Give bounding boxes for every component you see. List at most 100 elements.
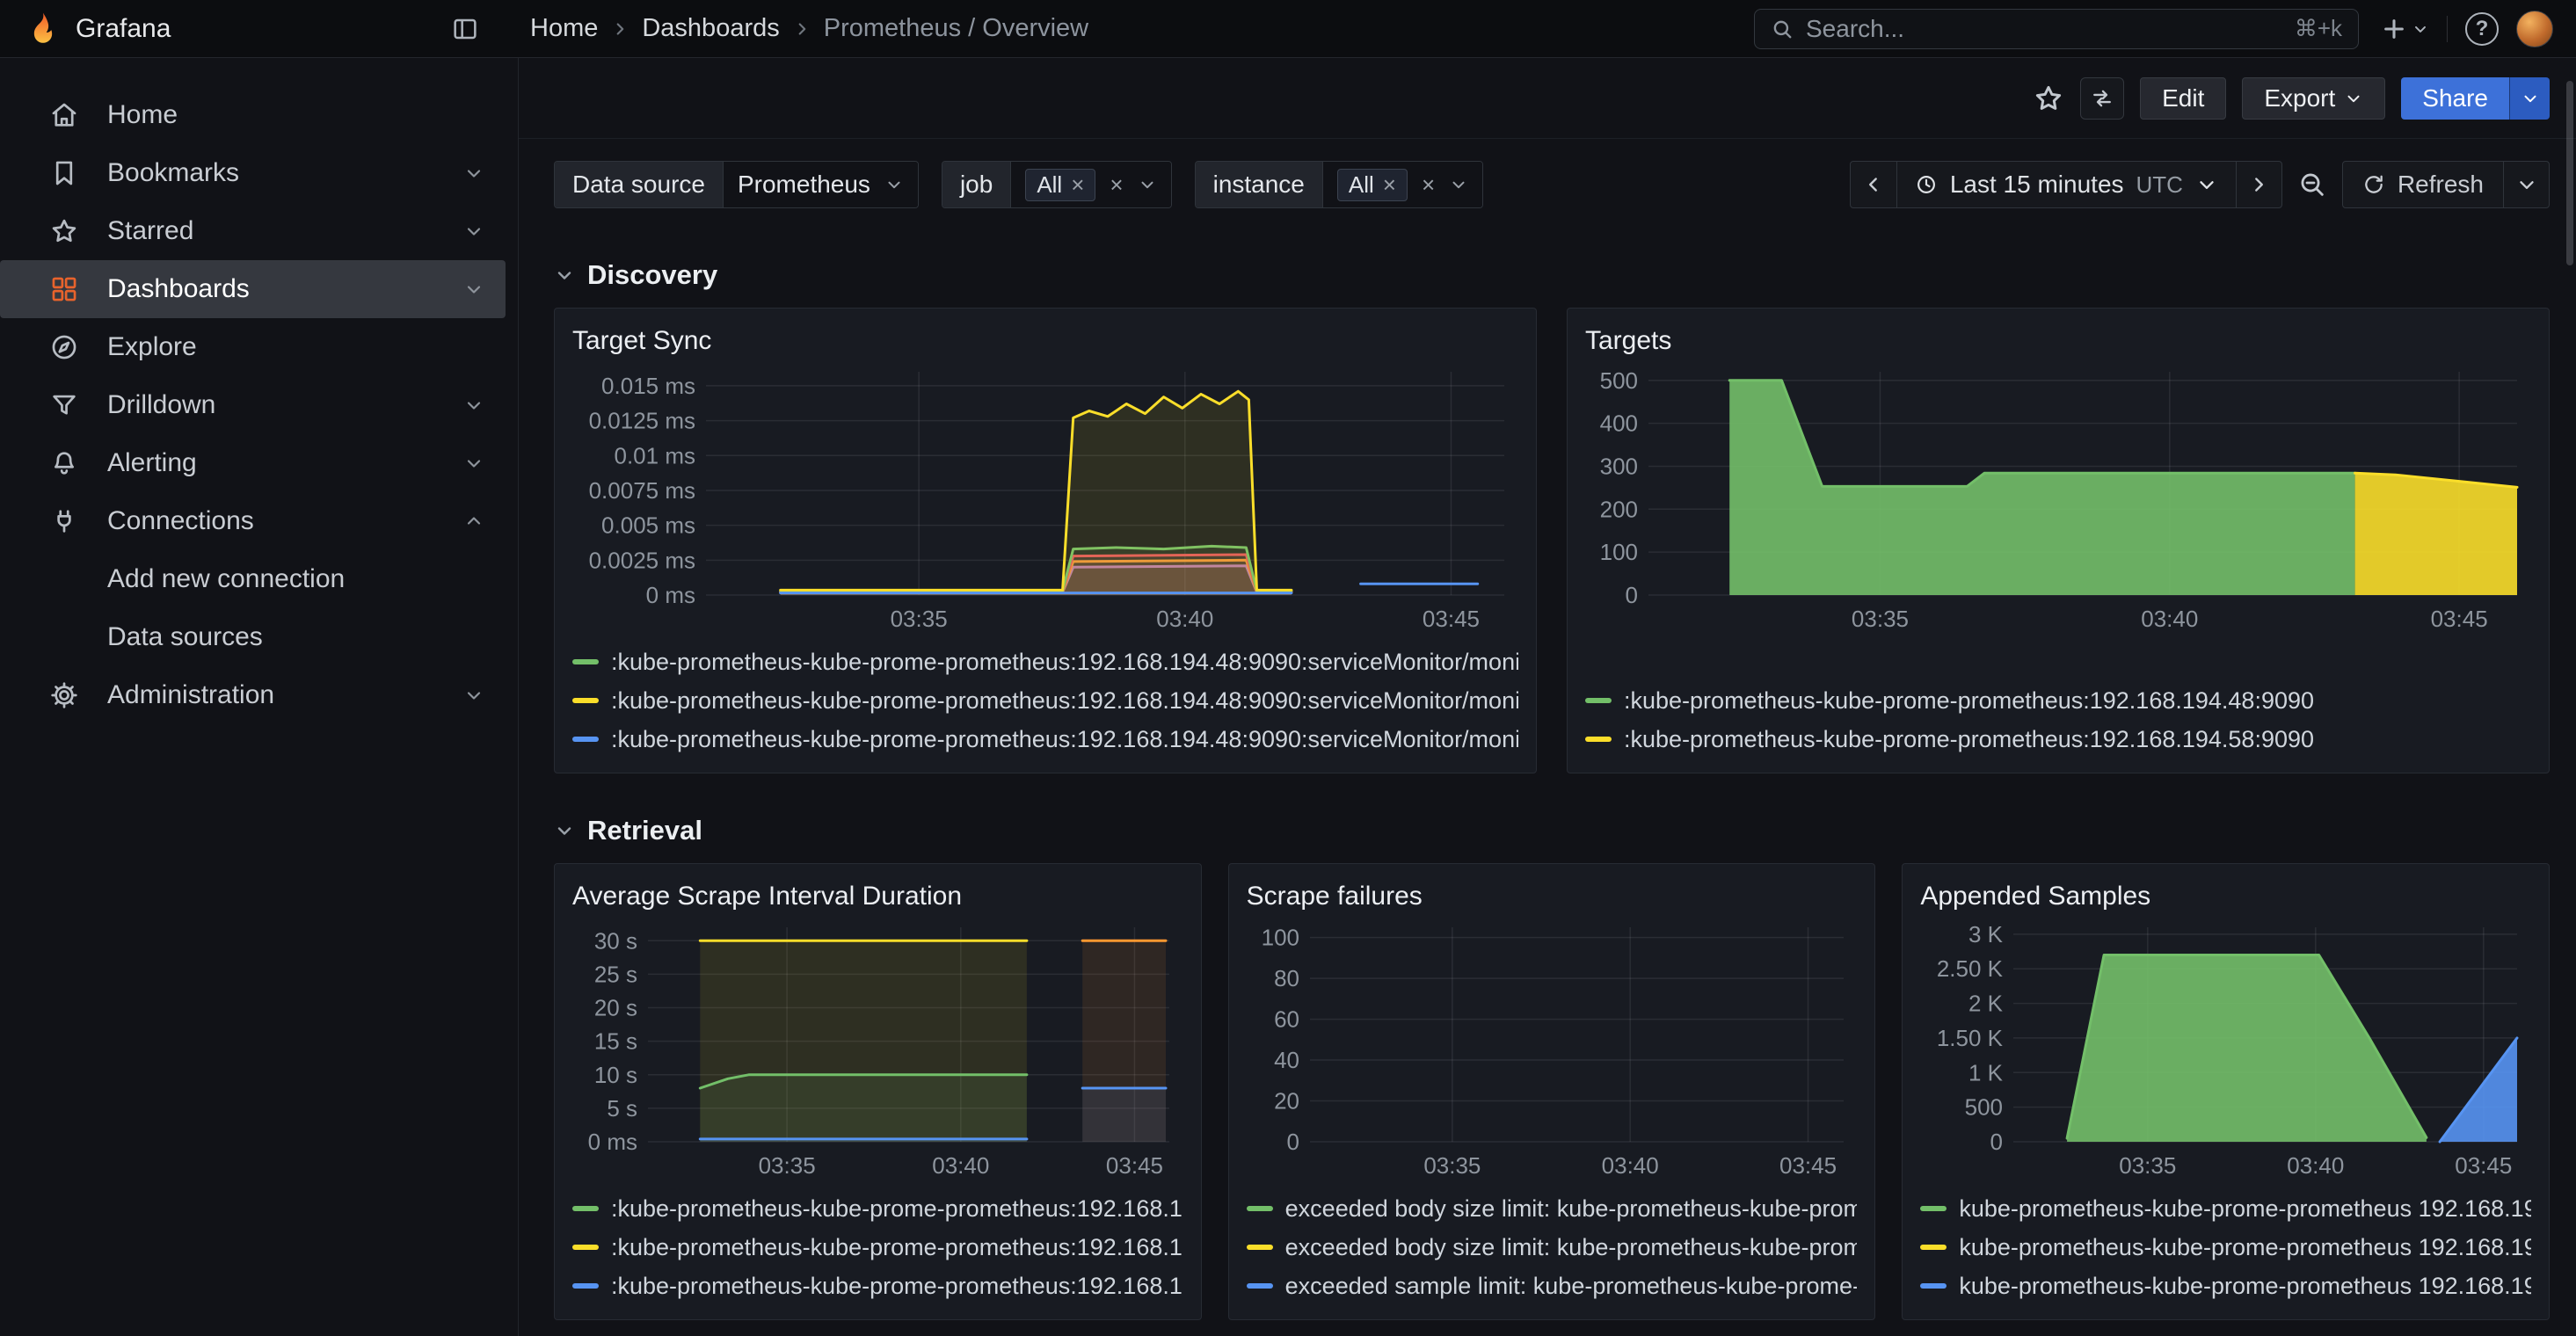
legend-item[interactable]: :kube-prometheus-kube-prome-prometheus:1…	[572, 643, 1518, 681]
legend-swatch	[572, 1283, 599, 1289]
grafana-logo-icon[interactable]	[25, 11, 62, 47]
scrollbar-thumb[interactable]	[2566, 81, 2573, 265]
edit-button[interactable]: Edit	[2140, 77, 2226, 120]
user-avatar[interactable]	[2516, 11, 2553, 47]
variable-label: instance	[1196, 162, 1322, 207]
sidebar-item-data-sources[interactable]: Data sources	[0, 608, 506, 666]
section-retrieval[interactable]: Retrieval	[554, 809, 2550, 853]
edit-button-label: Edit	[2162, 84, 2204, 113]
section-discovery[interactable]: Discovery	[554, 253, 2550, 297]
legend-item[interactable]: kube-prometheus-kube-prome-prometheus 19…	[1920, 1228, 2531, 1267]
legend-item[interactable]: exceeded body size limit: kube-prometheu…	[1247, 1228, 1858, 1267]
time-shift-forward-button[interactable]	[2236, 162, 2281, 207]
instance-select[interactable]: All × ×	[1322, 162, 1482, 207]
svg-text:03:40: 03:40	[2141, 606, 2198, 632]
sidebar-item-dashboards[interactable]: Dashboards	[0, 260, 506, 318]
panel-title[interactable]: Scrape failures	[1247, 876, 1858, 917]
help-button[interactable]: ?	[2465, 12, 2499, 46]
export-button[interactable]: Export	[2242, 77, 2385, 120]
panel-title[interactable]: Targets	[1585, 321, 2531, 361]
svg-text:03:45: 03:45	[1423, 606, 1480, 632]
clear-icon[interactable]: ×	[1110, 173, 1123, 196]
panel-title[interactable]: Target Sync	[572, 321, 1518, 361]
close-icon[interactable]: ×	[1071, 173, 1084, 196]
add-menu-button[interactable]	[2380, 15, 2429, 43]
sidebar-item-connections[interactable]: Connections	[0, 492, 506, 550]
sidebar-item-administration[interactable]: Administration	[0, 666, 506, 724]
svg-text:03:40: 03:40	[1156, 606, 1213, 632]
svg-text:500: 500	[1600, 367, 1638, 394]
refresh-group: Refresh	[2342, 161, 2550, 208]
target-sync-chart[interactable]: 0 ms0.0025 ms0.005 ms0.0075 ms0.01 ms0.0…	[572, 361, 1518, 634]
time-shift-back-button[interactable]	[1851, 162, 1896, 207]
share-menu-button[interactable]	[2509, 77, 2550, 120]
legend: :kube-prometheus-kube-prome-prometheus:1…	[1585, 681, 2531, 759]
sidebar-item-label: Drilldown	[107, 390, 439, 420]
chevron-down-icon	[463, 453, 484, 474]
svg-text:1 K: 1 K	[1968, 1059, 2004, 1086]
legend-item[interactable]: :kube-prometheus-kube-prome-prometheus:1…	[1585, 681, 2531, 720]
legend-item[interactable]: :kube-prometheus-kube-prome-prometheus:1…	[572, 1267, 1183, 1305]
datasource-select[interactable]: Prometheus	[723, 162, 918, 207]
grafana-app: Grafana Home Dashboards Prometheus / Ove…	[0, 0, 2576, 1336]
question-mark-icon: ?	[2476, 17, 2489, 41]
breadcrumb-dashboards[interactable]: Dashboards	[642, 14, 779, 43]
refresh-label: Refresh	[2398, 171, 2484, 199]
breadcrumb-home[interactable]: Home	[530, 14, 598, 43]
legend-item[interactable]: exceeded body size limit: kube-prometheu…	[1247, 1189, 1858, 1228]
search-input[interactable]: Search... ⌘+k	[1754, 9, 2359, 49]
chevron-down-icon	[1138, 175, 1157, 194]
targets-chart[interactable]: 010020030040050003:3503:4003:45	[1585, 361, 2531, 672]
instance-tag-all[interactable]: All ×	[1337, 169, 1408, 201]
sidebar-item-explore[interactable]: Explore	[0, 318, 506, 376]
time-range-picker-button[interactable]: Last 15 minutes UTC	[1896, 162, 2236, 207]
chevron-down-icon	[463, 685, 484, 706]
legend-item[interactable]: :kube-prometheus-kube-prome-prometheus:1…	[572, 681, 1518, 720]
legend-item[interactable]: :kube-prometheus-kube-prome-prometheus:1…	[1585, 720, 2531, 759]
share-button[interactable]: Share	[2401, 77, 2509, 120]
svg-text:200: 200	[1600, 496, 1638, 522]
svg-text:0: 0	[1286, 1129, 1299, 1155]
legend-item[interactable]: :kube-prometheus-kube-prome-prometheus:1…	[572, 1189, 1183, 1228]
panel-title[interactable]: Average Scrape Interval Duration	[572, 876, 1183, 917]
sidebar-item-label: Home	[107, 100, 484, 130]
search-icon	[1771, 18, 1794, 40]
svg-text:10 s: 10 s	[594, 1062, 637, 1088]
chevron-down-icon	[2521, 89, 2540, 108]
variable-datasource: Data source Prometheus	[554, 161, 919, 208]
sidebar-item-alerting[interactable]: Alerting	[0, 434, 506, 492]
sidebar-toggle-button[interactable]	[451, 15, 479, 43]
panel-title[interactable]: Appended Samples	[1920, 876, 2531, 917]
panel-scrape-failures: Scrape failures 02040608010003:3503:4003…	[1228, 863, 1876, 1320]
legend-swatch	[572, 1245, 599, 1250]
refresh-button[interactable]: Refresh	[2343, 162, 2503, 207]
sidebar-item-home[interactable]: Home	[0, 86, 506, 144]
sidebar-item-drilldown[interactable]: Drilldown	[0, 376, 506, 434]
sidebar-item-label: Administration	[107, 680, 439, 710]
job-select[interactable]: All × ×	[1010, 162, 1170, 207]
zoom-out-button[interactable]	[2298, 171, 2326, 199]
drilldown-icon	[49, 390, 83, 420]
legend-swatch	[1920, 1283, 1947, 1289]
search-shortcut: ⌘+k	[2295, 15, 2342, 42]
legend-item[interactable]: kube-prometheus-kube-prome-prometheus 19…	[1920, 1267, 2531, 1305]
average-scrape-interval-chart[interactable]: 0 ms5 s10 s15 s20 s25 s30 s03:3503:4003:…	[572, 917, 1183, 1180]
kiosk-toggle-button[interactable]	[2080, 77, 2124, 120]
sidebar-item-starred[interactable]: Starred	[0, 202, 506, 260]
scrape-failures-chart[interactable]: 02040608010003:3503:4003:45	[1247, 917, 1858, 1180]
legend-item[interactable]: kube-prometheus-kube-prome-prometheus 19…	[1920, 1189, 2531, 1228]
svg-text:0: 0	[1990, 1129, 2003, 1155]
legend-label: :kube-prometheus-kube-prome-prometheus:1…	[611, 1195, 1183, 1223]
close-icon[interactable]: ×	[1383, 173, 1396, 196]
legend-item[interactable]: exceeded sample limit: kube-prometheus-k…	[1247, 1267, 1858, 1305]
clear-icon[interactable]: ×	[1422, 173, 1435, 196]
legend-item[interactable]: :kube-prometheus-kube-prome-prometheus:1…	[572, 1228, 1183, 1267]
job-tag-all[interactable]: All ×	[1025, 169, 1095, 201]
sidebar-item-bookmarks[interactable]: Bookmarks	[0, 144, 506, 202]
legend-item[interactable]: :kube-prometheus-kube-prome-prometheus:1…	[572, 720, 1518, 759]
appended-samples-chart[interactable]: 05001 K1.50 K2 K2.50 K3 K03:3503:4003:45	[1920, 917, 2531, 1180]
svg-text:1.50 K: 1.50 K	[1937, 1025, 2004, 1051]
sidebar-item-add-new-connection[interactable]: Add new connection	[0, 550, 506, 608]
star-dashboard-button[interactable]	[2033, 83, 2064, 114]
refresh-interval-button[interactable]	[2503, 162, 2549, 207]
